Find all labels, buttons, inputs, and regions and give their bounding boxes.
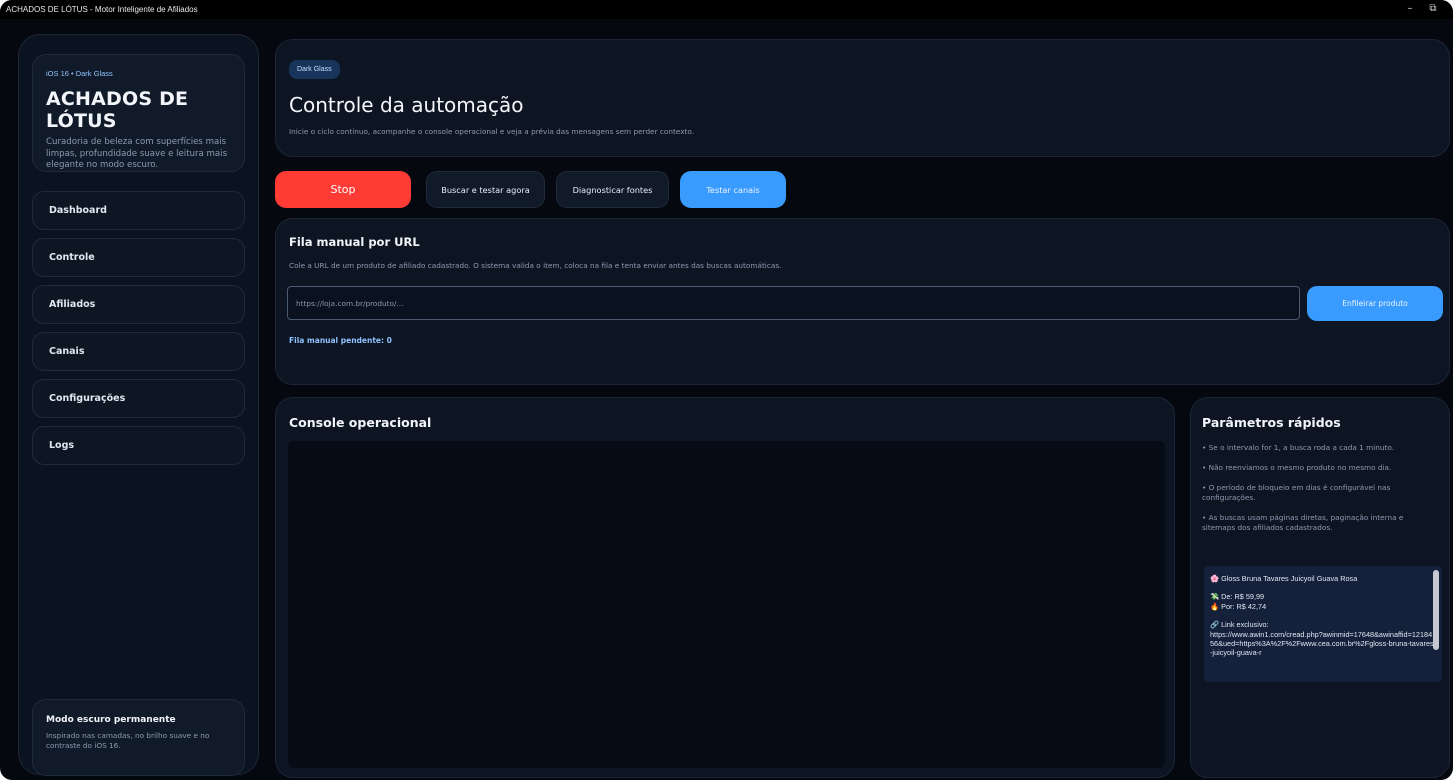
header-panel: Dark Glass Controle da automação Inicie … <box>275 39 1450 157</box>
stop-button[interactable]: Stop <box>275 171 411 208</box>
brand-title: ACHADOS DE LÓTUS <box>46 88 189 132</box>
console-output[interactable] <box>288 441 1165 768</box>
app-window: ACHADOS DE LÓTUS - Motor Inteligente de … <box>0 0 1453 780</box>
console-panel: Console operacional <box>275 397 1175 778</box>
brand-card: iOS 16 • Dark Glass ACHADOS DE LÓTUS Cur… <box>32 54 245 172</box>
queue-title: Fila manual por URL <box>289 235 420 249</box>
tips-list: • Se o intervalo for 1, a busca roda a c… <box>1202 443 1438 533</box>
dark-mode-card: Modo escuro permanente Inspirado nas cam… <box>32 699 245 776</box>
minimize-icon[interactable]: – <box>1400 2 1420 16</box>
preview-link-label: 🔗 Link exclusivo: <box>1210 620 1269 630</box>
tip-item: • O período de bloqueio em dias é config… <box>1202 483 1391 502</box>
tip-item: • Se o intervalo for 1, a busca roda a c… <box>1202 443 1395 452</box>
sidebar-item-canais[interactable]: Canais <box>32 332 245 371</box>
preview-scrollbar[interactable] <box>1433 570 1439 650</box>
maximize-icon[interactable]: ⧉ <box>1423 2 1443 16</box>
dark-mode-description: Inspirado nas camadas, no brilho suave e… <box>46 731 210 750</box>
page-title: Controle da automação <box>289 93 524 117</box>
message-preview[interactable]: 🌸 Gloss Bruna Tavares Juicyoil Guava Ros… <box>1204 566 1442 682</box>
test-channels-button[interactable]: Testar canais <box>680 171 786 208</box>
diagnose-sources-button[interactable]: Diagnosticar fontes <box>556 171 669 208</box>
pending-count: Fila manual pendente: 0 <box>289 336 392 345</box>
preview-product: 🌸 Gloss Bruna Tavares Juicyoil Guava Ros… <box>1210 574 1358 583</box>
sidebar-item-controle[interactable]: Controle <box>32 238 245 277</box>
dark-mode-title: Modo escuro permanente <box>46 715 176 725</box>
console-title: Console operacional <box>289 415 432 430</box>
title-bar: ACHADOS DE LÓTUS - Motor Inteligente de … <box>0 0 1453 19</box>
window-title: ACHADOS DE LÓTUS - Motor Inteligente de … <box>6 5 198 14</box>
queue-description: Cole a URL de um produto de afiliado cad… <box>289 261 782 270</box>
sidebar: iOS 16 • Dark Glass ACHADOS DE LÓTUS Cur… <box>18 34 259 776</box>
tip-item: • Não reenviamos o mesmo produto no mesm… <box>1202 463 1392 472</box>
manual-queue-panel: Fila manual por URL Cole a URL de um pro… <box>275 218 1450 385</box>
sidebar-item-logs[interactable]: Logs <box>32 426 245 465</box>
brand-tag: iOS 16 • Dark Glass <box>46 69 113 78</box>
theme-pill: Dark Glass <box>289 60 340 79</box>
brand-description: Curadoria de beleza com superfícies mais… <box>46 137 228 170</box>
sidebar-item-configuracoes[interactable]: Configurações <box>32 379 245 418</box>
tip-item: • As buscas usam páginas diretas, pagina… <box>1202 513 1404 532</box>
preview-price-from: 💸 De: R$ 59,99 <box>1210 592 1265 602</box>
sidebar-item-dashboard[interactable]: Dashboard <box>32 191 245 230</box>
preview-price-to: 🔥 Por: R$ 42,74 <box>1210 601 1267 611</box>
url-input[interactable] <box>287 286 1300 320</box>
search-test-button[interactable]: Buscar e testar agora <box>426 171 545 208</box>
sidebar-item-afiliados[interactable]: Afiliados <box>32 285 245 324</box>
quick-params-panel: Parâmetros rápidos • Se o intervalo for … <box>1190 397 1450 778</box>
page-subtitle: Inicie o ciclo contínuo, acompanhe o con… <box>289 127 695 136</box>
params-title: Parâmetros rápidos <box>1202 415 1341 430</box>
preview-link[interactable]: https://www.awin1.com/cread.php?awinmid=… <box>1210 630 1436 658</box>
enqueue-product-button[interactable]: Enfileirar produto <box>1307 286 1443 321</box>
